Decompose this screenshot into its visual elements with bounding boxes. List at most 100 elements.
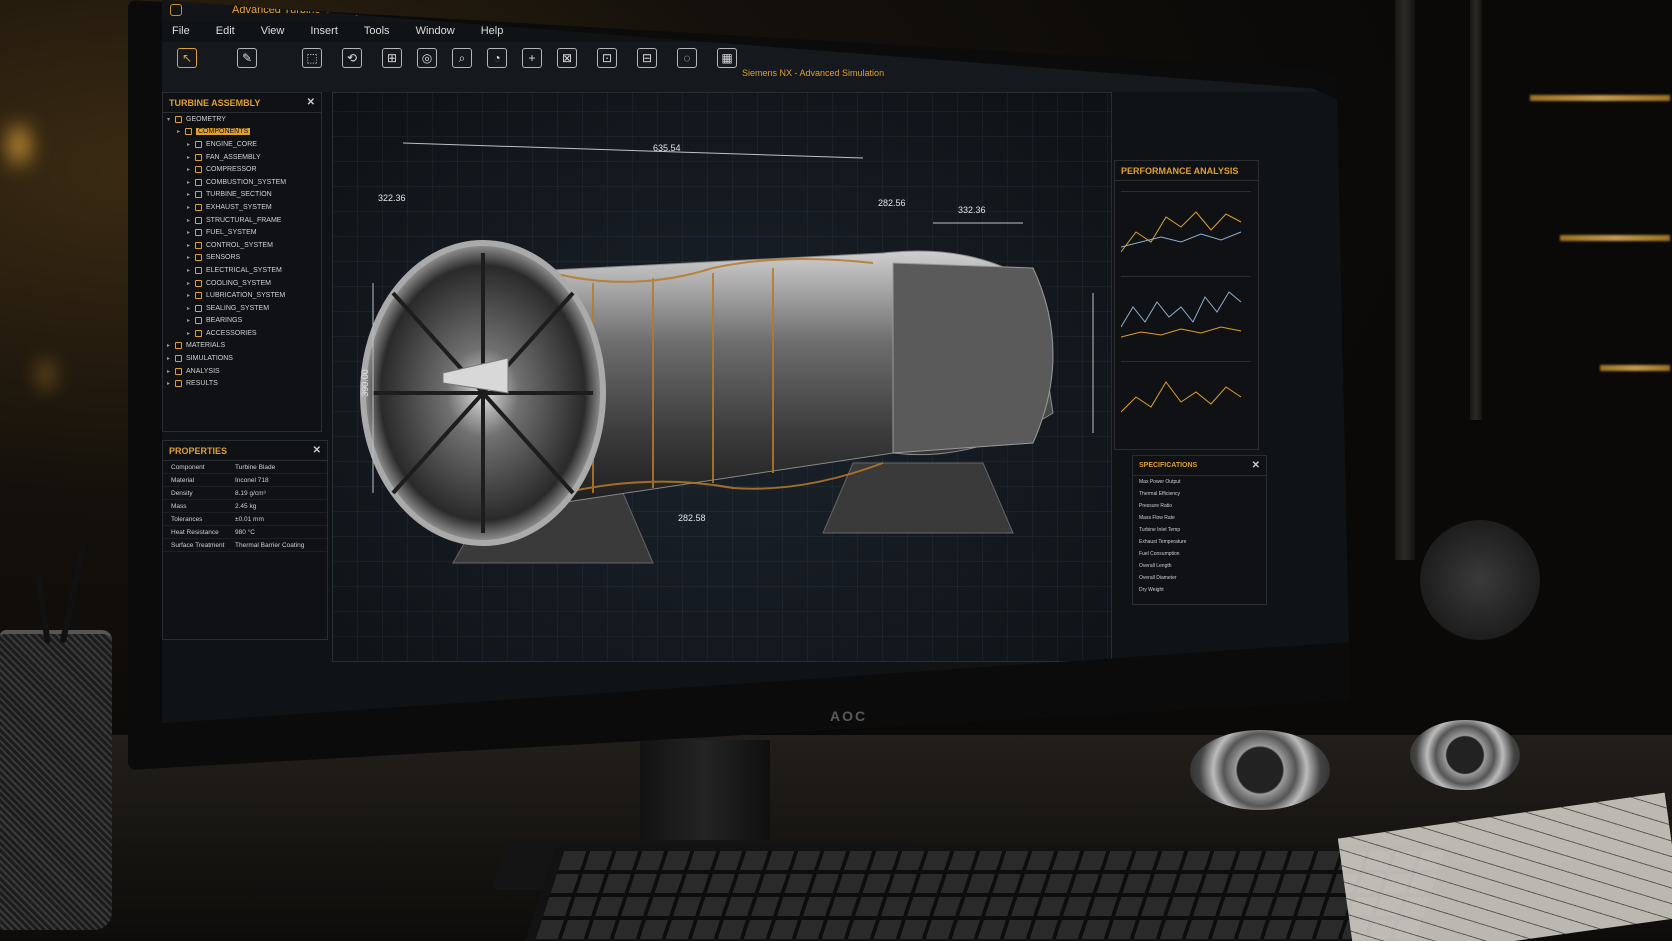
tree-item[interactable]: ▸ STRUCTURAL_FRAME — [163, 214, 321, 227]
performance-chart — [1120, 276, 1251, 346]
chevron-right-icon[interactable]: ▸ — [187, 166, 195, 173]
3d-viewport[interactable]: 635.54 322.36 332.36 282.56 390.00 282.5… — [332, 92, 1112, 662]
tree-item-label: ENGINE_CORE — [206, 140, 257, 148]
search-icon: ⌕ — [452, 48, 472, 68]
folder-icon — [195, 203, 202, 211]
monitor-stand — [640, 740, 770, 850]
close-icon[interactable]: ✕ — [313, 445, 321, 456]
chevron-right-icon[interactable]: ▸ — [187, 154, 195, 161]
tree-item[interactable]: ▸ COOLING_SYSTEM — [163, 277, 321, 290]
search-tool-button[interactable]: ⌕ — [447, 48, 477, 68]
tree-list: ▾ GEOMETRY ▸ COMPONENTS ▸ ENGINE_CORE ▸ FAN_ASS… — [163, 113, 321, 390]
property-value[interactable]: 980 °C — [235, 529, 327, 536]
properties-panel: PROPERTIES ✕ Component Turbine Blade Mater… — [162, 440, 328, 640]
menu-insert[interactable]: Insert — [300, 22, 354, 42]
load-tool-button[interactable]: ⊟ — [632, 48, 662, 68]
solve-tool-button[interactable]: ◌ — [672, 48, 702, 68]
chevron-right-icon[interactable]: ▸ — [167, 342, 175, 349]
close-icon[interactable]: ✕ — [1252, 460, 1260, 471]
target-tool-button[interactable]: ◎ — [412, 48, 442, 68]
property-value[interactable]: Thermal Barrier Coating — [235, 542, 327, 549]
menu-tools[interactable]: Tools — [354, 22, 406, 42]
tree-item[interactable]: ▸ SEALING_SYSTEM — [163, 302, 321, 315]
chevron-right-icon[interactable]: ▸ — [187, 305, 195, 312]
chevron-right-icon[interactable]: ▸ — [187, 330, 195, 337]
tree-item-label: FUEL_SYSTEM — [206, 229, 257, 237]
tree-item[interactable]: ▸ COMPONENTS — [163, 126, 321, 139]
tree-item[interactable]: ▸ LUBRICATION_SYSTEM — [163, 289, 321, 302]
chevron-right-icon[interactable]: ▸ — [167, 380, 175, 387]
tree-item[interactable]: ▸ BEARINGS — [163, 315, 321, 328]
chevron-right-icon[interactable]: ▸ — [187, 229, 195, 236]
property-value[interactable]: ±0.01 mm — [235, 516, 327, 523]
add-tool-button[interactable]: + — [517, 48, 547, 68]
tree-item[interactable]: ▸ FAN_ASSEMBLY — [163, 151, 321, 164]
chevron-right-icon[interactable]: ▸ — [177, 128, 185, 135]
menu-bar: File Edit View Insert Tools Window Help — [162, 22, 519, 42]
tree-item[interactable]: ▸ RESULTS — [163, 377, 321, 390]
specifications-panel: SPECIFICATIONS ✕ Max Power Output Thermal… — [1132, 455, 1267, 605]
mesh-tool-button[interactable]: ⊠ — [552, 48, 582, 68]
tree-item[interactable]: ▸ COMPRESSOR — [163, 163, 321, 176]
chevron-right-icon[interactable]: ▸ — [187, 292, 195, 299]
sketch-tool-button[interactable]: ✎ — [232, 48, 262, 68]
chevron-right-icon[interactable]: ▸ — [187, 267, 195, 274]
tree-item[interactable]: ▸ ENGINE_CORE — [163, 138, 321, 151]
measure-tool-button[interactable]: ◔ — [482, 48, 512, 68]
pattern-tool-button[interactable]: ⊞ — [377, 48, 407, 68]
tree-item-label: COMPRESSOR — [206, 166, 257, 174]
specifications-title: SPECIFICATIONS — [1139, 462, 1198, 469]
spec-row: Fuel Consumption — [1133, 548, 1266, 560]
tree-item[interactable]: ▸ SENSORS — [163, 252, 321, 265]
results-tool-button[interactable]: ▦ — [712, 48, 742, 68]
chevron-right-icon[interactable]: ▸ — [187, 280, 195, 287]
tree-item[interactable]: ▸ MATERIALS — [163, 340, 321, 353]
chevron-right-icon[interactable]: ▸ — [167, 368, 175, 375]
specifications-table: Max Power Output Thermal Efficiency Pressu… — [1133, 476, 1266, 596]
property-key: Tolerances — [171, 515, 203, 523]
menu-edit[interactable]: Edit — [206, 22, 251, 42]
target-icon: ◎ — [417, 48, 437, 68]
tree-item[interactable]: ▸ SIMULATIONS — [163, 352, 321, 365]
folder-icon — [175, 380, 182, 388]
tree-item[interactable]: ▸ ANALYSIS — [163, 365, 321, 378]
menu-file[interactable]: File — [162, 22, 206, 42]
spec-row: Mass Flow Rate — [1133, 512, 1266, 524]
spec-key: Fuel Consumption — [1139, 551, 1180, 557]
shelf-light — [1530, 95, 1670, 101]
property-value[interactable]: 2.45 kg — [235, 503, 327, 510]
chevron-right-icon[interactable]: ▸ — [187, 191, 195, 198]
property-value[interactable]: Inconel 718 — [235, 477, 327, 484]
tree-item[interactable]: ▸ FUEL_SYSTEM — [163, 226, 321, 239]
constraint-tool-button[interactable]: ⊡ — [592, 48, 622, 68]
chevron-right-icon[interactable]: ▸ — [187, 179, 195, 186]
extrude-tool-button[interactable]: ⬚ — [297, 48, 327, 68]
tree-item-label: ELECTRICAL_SYSTEM — [206, 266, 282, 274]
tree-item[interactable]: ▸ CONTROL_SYSTEM — [163, 239, 321, 252]
close-icon[interactable]: ✕ — [307, 97, 315, 108]
property-value[interactable]: Turbine Blade — [235, 464, 327, 471]
tree-panel-title: TURBINE ASSEMBLY — [169, 97, 261, 108]
folder-icon — [185, 128, 192, 136]
spec-key: Pressure Ratio — [1139, 503, 1173, 509]
tree-item[interactable]: ▾ GEOMETRY — [163, 113, 321, 126]
menu-view[interactable]: View — [251, 22, 301, 42]
chevron-right-icon[interactable]: ▸ — [187, 317, 195, 324]
tree-item[interactable]: ▸ TURBINE_SECTION — [163, 189, 321, 202]
menu-window[interactable]: Window — [406, 22, 471, 42]
chevron-right-icon[interactable]: ▸ — [187, 204, 195, 211]
tree-item[interactable]: ▸ ELECTRICAL_SYSTEM — [163, 264, 321, 277]
chevron-right-icon[interactable]: ▸ — [187, 242, 195, 249]
tree-item[interactable]: ▸ EXHAUST_SYSTEM — [163, 201, 321, 214]
chevron-right-icon[interactable]: ▸ — [187, 141, 195, 148]
chevron-right-icon[interactable]: ▸ — [187, 254, 195, 261]
property-value[interactable]: 8.19 g/cm³ — [235, 490, 327, 497]
chevron-right-icon[interactable]: ▸ — [167, 355, 175, 362]
pattern-icon: ⊞ — [382, 48, 402, 68]
select-tool-button[interactable]: ↖ — [172, 48, 202, 68]
chevron-down-icon[interactable]: ▾ — [167, 116, 175, 123]
chevron-right-icon[interactable]: ▸ — [187, 217, 195, 224]
tree-item[interactable]: ▸ COMBUSTION_SYSTEM — [163, 176, 321, 189]
tree-item[interactable]: ▸ ACCESSORIES — [163, 327, 321, 340]
revolve-tool-button[interactable]: ⟲ — [337, 48, 367, 68]
